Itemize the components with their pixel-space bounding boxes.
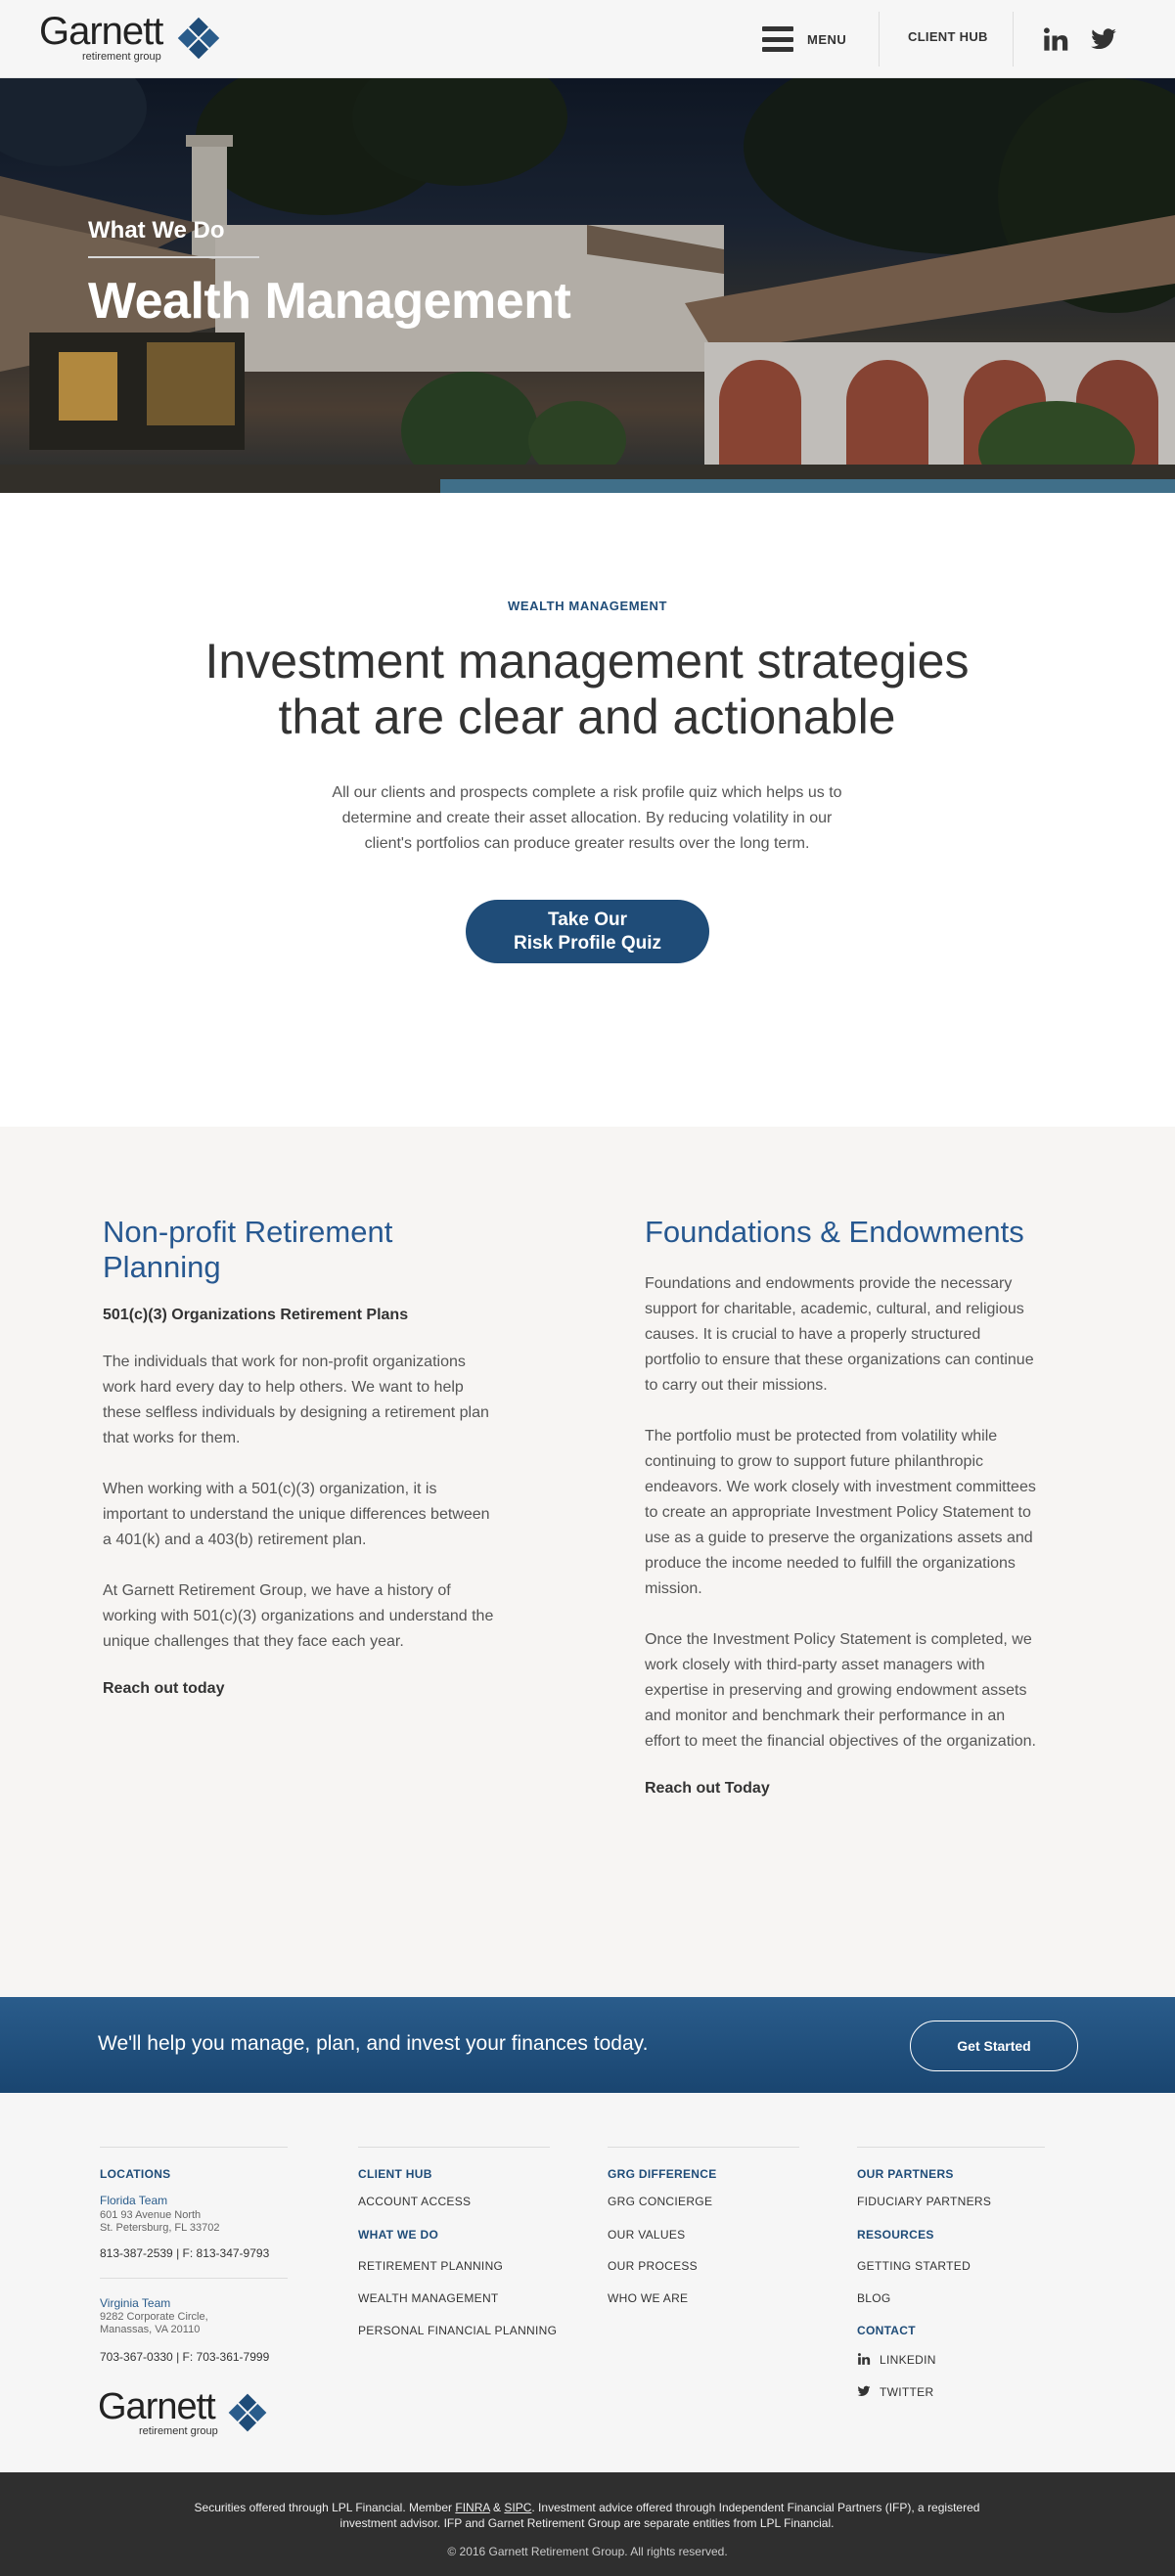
nonprofit-reach-link[interactable]: Reach out today <box>103 1680 494 1698</box>
linkedin-icon[interactable] <box>1042 25 1069 53</box>
hero-eyebrow: What We Do <box>88 217 225 244</box>
hamburger-icon <box>762 26 793 52</box>
client-hub-link[interactable]: CLIENT HUB <box>908 29 988 44</box>
partners-heading: OUR PARTNERS <box>857 2167 954 2181</box>
nonprofit-paragraph: At Garnett Retirement Group, we have a h… <box>103 1582 494 1650</box>
retirement-planning-link[interactable]: RETIREMENT PLANNING <box>358 2259 503 2273</box>
florida-phone: 813-387-2539 | F: 813-347-9793 <box>100 2246 270 2260</box>
logo-subtitle: retirement group <box>139 2425 218 2437</box>
legal-text: & <box>489 2501 505 2514</box>
getting-started-link[interactable]: GETTING STARTED <box>857 2259 971 2273</box>
intro-paragraph: All our clients and prospects complete a… <box>332 784 842 852</box>
virginia-team-name: Virginia Team <box>100 2296 171 2310</box>
services-section: Non-profit Retirement Planning 501(c)(3)… <box>0 1127 1175 1997</box>
footer-rule <box>857 2147 1045 2148</box>
sipc-link[interactable]: SIPC <box>504 2501 531 2514</box>
get-started-button[interactable]: Get Started <box>910 2021 1078 2071</box>
fiduciary-partners-link[interactable]: FIDUCIARY PARTNERS <box>857 2195 991 2208</box>
florida-team-name: Florida Team <box>100 2194 168 2207</box>
grg-difference-heading: GRG DIFFERENCE <box>608 2167 717 2181</box>
page-title: Wealth Management <box>88 273 571 330</box>
section-title-line: Investment management strategies <box>204 634 970 688</box>
linkedin-icon <box>857 2353 871 2365</box>
footer-logo[interactable]: Garnett retirement group <box>98 2386 267 2437</box>
risk-quiz-button[interactable]: Take Our Risk Profile Quiz <box>466 900 709 963</box>
florida-address-line: St. Petersburg, FL 33702 <box>100 2222 220 2234</box>
logo-wordmark: Garnett <box>98 2386 216 2427</box>
footer-rule <box>100 2278 288 2279</box>
locations-heading: LOCATIONS <box>100 2167 171 2181</box>
client-hub-heading: CLIENT HUB <box>358 2167 432 2181</box>
blog-link[interactable]: BLOG <box>857 2291 891 2305</box>
wealth-management-link[interactable]: WEALTH MANAGEMENT <box>358 2291 499 2305</box>
foundations-column: Foundations & Endowments Foundations and… <box>645 1215 1036 1798</box>
legal-bar: Securities offered through LPL Financial… <box>0 2472 1175 2576</box>
hero-divider <box>88 256 259 258</box>
header-divider <box>1013 12 1014 67</box>
virginia-address-line: Manassas, VA 20110 <box>100 2324 201 2335</box>
nonprofit-title: Non-profit Retirement Planning <box>103 1215 393 1284</box>
account-access-link[interactable]: ACCOUNT ACCESS <box>358 2195 471 2208</box>
cta-text: We'll help you manage, plan, and invest … <box>98 2032 649 2055</box>
logo-wordmark: Garnett <box>39 10 163 53</box>
our-values-link[interactable]: OUR VALUES <box>608 2228 685 2242</box>
section-title: Investment management strategies that ar… <box>147 634 1027 745</box>
foundations-reach-link[interactable]: Reach out Today <box>645 1780 1036 1798</box>
logo-diamond-icon <box>228 2393 267 2432</box>
section-eyebrow: WEALTH MANAGEMENT <box>507 599 668 613</box>
copyright: © 2016 Garnett Retirement Group. All rig… <box>447 2545 728 2558</box>
legal-disclaimer: Securities offered through LPL Financial… <box>176 2500 998 2531</box>
twitter-icon <box>857 2385 871 2397</box>
site-footer: LOCATIONS Florida Team 601 93 Avenue Nor… <box>0 2093 1175 2472</box>
foundations-paragraph: The portfolio must be protected from vol… <box>645 1428 1036 1597</box>
quiz-button-line: Take Our <box>548 910 627 930</box>
foundations-paragraph: Once the Investment Policy Statement is … <box>645 1631 1036 1750</box>
virginia-address-line: 9282 Corporate Circle, <box>100 2311 208 2323</box>
footer-rule <box>608 2147 799 2148</box>
header-divider <box>879 12 880 67</box>
section-title-line: that are clear and actionable <box>278 689 896 744</box>
florida-address-line: 601 93 Avenue North <box>100 2209 202 2221</box>
grg-concierge-link[interactable]: GRG CONCIERGE <box>608 2195 712 2208</box>
linkedin-link[interactable]: LINKEDIN <box>880 2353 936 2367</box>
footer-rule <box>358 2147 550 2148</box>
personal-financial-link[interactable]: PERSONAL FINANCIAL PLANNING <box>358 2324 557 2337</box>
finra-link[interactable]: FINRA <box>455 2501 489 2514</box>
menu-label: MENU <box>807 31 847 47</box>
legal-text: Securities offered through LPL Financial… <box>194 2501 456 2514</box>
logo-diamond-icon <box>177 17 220 60</box>
virginia-phone: 703-367-0330 | F: 703-361-7999 <box>100 2350 270 2364</box>
foundations-paragraph: Foundations and endowments provide the n… <box>645 1275 1034 1394</box>
hero-banner: What We Do Wealth Management <box>0 78 1175 493</box>
nonprofit-paragraph: When working with a 501(c)(3) organizati… <box>103 1481 490 1548</box>
garnett-logo[interactable]: Garnett retirement group <box>39 10 220 63</box>
who-we-are-link[interactable]: WHO WE ARE <box>608 2291 688 2305</box>
cta-band: We'll help you manage, plan, and invest … <box>0 1997 1175 2093</box>
what-we-do-heading: WHAT WE DO <box>358 2228 439 2242</box>
twitter-link[interactable]: TWITTER <box>880 2385 933 2399</box>
logo-subtitle: retirement group <box>82 51 161 63</box>
resources-heading: RESOURCES <box>857 2228 934 2242</box>
nonprofit-column: Non-profit Retirement Planning 501(c)(3)… <box>103 1215 494 1698</box>
our-process-link[interactable]: OUR PROCESS <box>608 2259 698 2273</box>
site-header: Garnett retirement group MENU CLIENT HUB <box>0 0 1175 78</box>
quiz-button-line: Risk Profile Quiz <box>514 933 661 954</box>
twitter-icon[interactable] <box>1090 25 1117 53</box>
menu-button[interactable]: MENU <box>762 23 846 55</box>
foundations-title: Foundations & Endowments <box>645 1215 1024 1249</box>
nonprofit-paragraph: The individuals that work for non-profit… <box>103 1354 489 1446</box>
nonprofit-subhead: 501(c)(3) Organizations Retirement Plans <box>103 1307 409 1323</box>
footer-rule <box>100 2147 288 2148</box>
contact-heading: CONTACT <box>857 2324 916 2337</box>
